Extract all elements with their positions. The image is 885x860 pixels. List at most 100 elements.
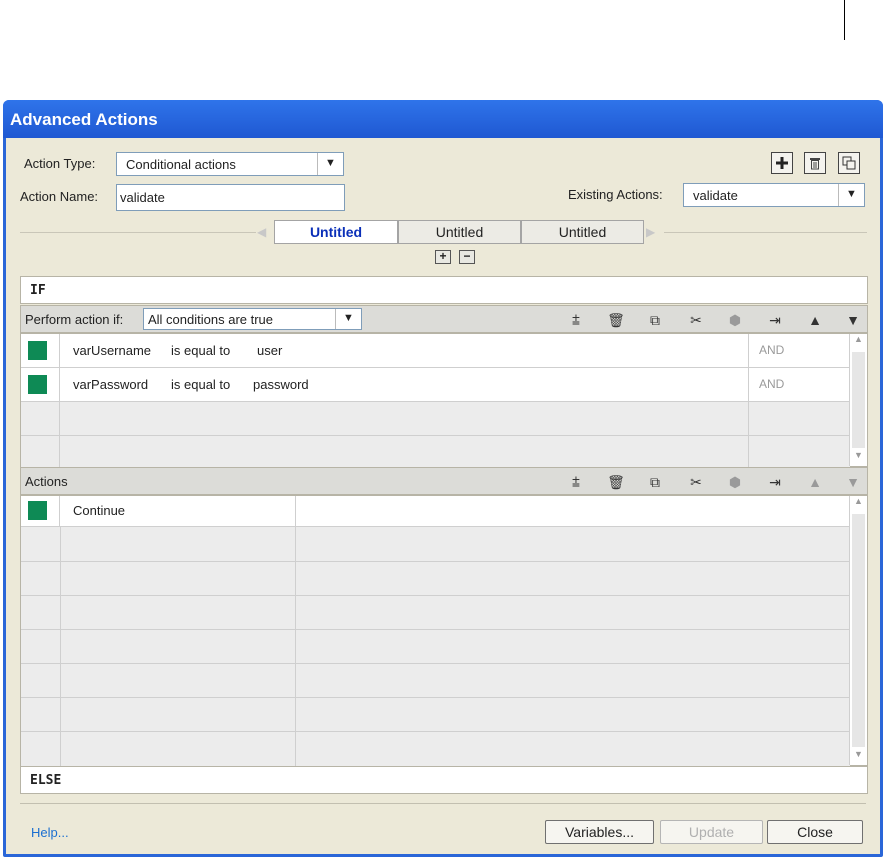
cut-row-icon[interactable]: ✂	[686, 473, 706, 491]
add-tab-button[interactable]: +	[435, 250, 451, 264]
delete-row-icon[interactable]: 🗑	[606, 473, 626, 491]
row-marker-cell	[21, 436, 60, 468]
duplicate-icon	[842, 156, 856, 170]
cut-row-icon[interactable]: ✂	[686, 311, 706, 329]
existing-actions-select[interactable]: validate ▼	[683, 183, 865, 207]
tab-untitled-2[interactable]: Untitled	[398, 220, 521, 244]
plus-icon	[776, 157, 788, 169]
empty-row[interactable]	[21, 436, 850, 468]
insert-row-icon[interactable]: ⩲	[566, 311, 586, 329]
empty-row[interactable]	[21, 402, 850, 436]
condition-operator: is equal to	[171, 377, 231, 392]
copy-row-icon[interactable]: ⧉	[645, 311, 665, 329]
move-down-icon[interactable]: ▼	[843, 473, 863, 491]
perform-action-select[interactable]: All conditions are true ▼	[143, 308, 362, 330]
action-name-input[interactable]: validate	[116, 184, 345, 211]
paste-row-icon[interactable]: ⬢	[725, 473, 745, 491]
tab-divider-right	[664, 232, 867, 233]
tab-scroll-left-icon[interactable]: ◀	[257, 225, 266, 239]
row-marker-cell	[21, 368, 60, 401]
help-link[interactable]: Help...	[31, 825, 69, 840]
page-margin-rule	[844, 0, 845, 40]
column-divider	[295, 496, 296, 526]
action-type-value: Conditional actions	[126, 157, 236, 172]
tab-divider-left	[20, 232, 256, 233]
row-divider	[21, 595, 850, 596]
condition-row[interactable]: varPassword is equal to password AND	[21, 368, 850, 402]
insert-after-icon[interactable]: ⇥	[765, 473, 785, 491]
row-divider	[21, 663, 850, 664]
variables-button[interactable]: Variables...	[545, 820, 654, 844]
chevron-down-icon: ▼	[317, 153, 343, 175]
scroll-down-icon[interactable]: ▼	[850, 450, 867, 466]
row-marker-cell	[21, 402, 60, 435]
scroll-up-icon[interactable]: ▲	[850, 496, 867, 512]
else-header[interactable]: ELSE	[20, 766, 868, 794]
row-divider	[21, 731, 850, 732]
move-up-icon[interactable]: ▲	[805, 311, 825, 329]
action-type-label: Action Type:	[24, 156, 96, 171]
row-divider	[21, 697, 850, 698]
scroll-track[interactable]	[852, 352, 865, 448]
close-button[interactable]: Close	[767, 820, 863, 844]
conditions-scrollbar[interactable]: ▲ ▼	[849, 334, 867, 466]
paste-row-icon[interactable]: ⬢	[725, 311, 745, 329]
action-row[interactable]: Continue	[21, 496, 850, 527]
tab-scroll-right-icon[interactable]: ▶	[646, 225, 655, 239]
column-divider	[748, 436, 749, 468]
conditions-toolbar: Perform action if: All conditions are tr…	[20, 305, 868, 333]
row-marker	[28, 501, 47, 520]
column-divider	[748, 334, 749, 367]
if-header: IF	[20, 276, 868, 304]
actions-grid: Continue ▲ ▼	[20, 495, 868, 767]
tab-untitled-1[interactable]: Untitled	[274, 220, 398, 244]
empty-action-rows[interactable]	[21, 527, 850, 767]
row-marker	[28, 375, 47, 394]
add-action-button[interactable]	[771, 152, 793, 174]
existing-actions-value: validate	[693, 188, 738, 203]
action-label: Continue	[73, 503, 126, 518]
actions-label: Actions	[25, 474, 68, 489]
condition-value: user	[257, 343, 283, 358]
condition-operator: is equal to	[171, 343, 231, 358]
move-down-icon[interactable]: ▼	[843, 311, 863, 329]
trash-icon	[810, 158, 820, 170]
insert-after-icon[interactable]: ⇥	[765, 311, 785, 329]
duplicate-action-button[interactable]	[838, 152, 860, 174]
condition-logic[interactable]: AND	[759, 343, 784, 357]
scroll-down-icon[interactable]: ▼	[850, 749, 867, 765]
column-divider	[748, 368, 749, 401]
dialog-title: Advanced Actions	[3, 100, 883, 138]
condition-row[interactable]: varUsername is equal to user AND	[21, 334, 850, 368]
delete-action-button[interactable]	[804, 152, 826, 174]
scroll-up-icon[interactable]: ▲	[850, 334, 867, 350]
insert-row-icon[interactable]: ⩲	[566, 473, 586, 491]
existing-actions-label: Existing Actions:	[568, 187, 663, 202]
actions-scrollbar[interactable]: ▲ ▼	[849, 496, 867, 765]
column-divider	[748, 402, 749, 435]
copy-row-icon[interactable]: ⧉	[645, 473, 665, 491]
row-divider	[21, 561, 850, 562]
tab-untitled-3[interactable]: Untitled	[521, 220, 644, 244]
condition-variable: varPassword	[73, 377, 149, 392]
row-marker	[28, 341, 47, 360]
action-name-label: Action Name:	[20, 189, 99, 204]
chevron-down-icon: ▼	[335, 309, 361, 329]
update-button[interactable]: Update	[660, 820, 763, 844]
move-up-icon[interactable]: ▲	[805, 473, 825, 491]
scroll-track[interactable]	[852, 514, 865, 747]
actions-toolbar: Actions ⩲ 🗑 ⧉ ✂ ⬢ ⇥ ▲ ▼	[20, 467, 868, 495]
delete-row-icon[interactable]: 🗑	[606, 311, 626, 329]
perform-action-value: All conditions are true	[148, 312, 274, 327]
conditions-grid: varUsername is equal to user AND varPass…	[20, 333, 868, 468]
row-marker-cell	[21, 334, 60, 367]
advanced-actions-dialog: Advanced Actions Action Type: Conditiona…	[3, 100, 883, 857]
row-divider	[21, 629, 850, 630]
perform-action-label: Perform action if:	[25, 312, 124, 327]
action-type-select[interactable]: Conditional actions ▼	[116, 152, 344, 176]
condition-logic[interactable]: AND	[759, 377, 784, 391]
dialog-body: Action Type: Conditional actions ▼ Actio…	[6, 138, 880, 854]
chevron-down-icon: ▼	[838, 184, 864, 206]
row-marker-cell	[21, 496, 60, 526]
remove-tab-button[interactable]: −	[459, 250, 475, 264]
